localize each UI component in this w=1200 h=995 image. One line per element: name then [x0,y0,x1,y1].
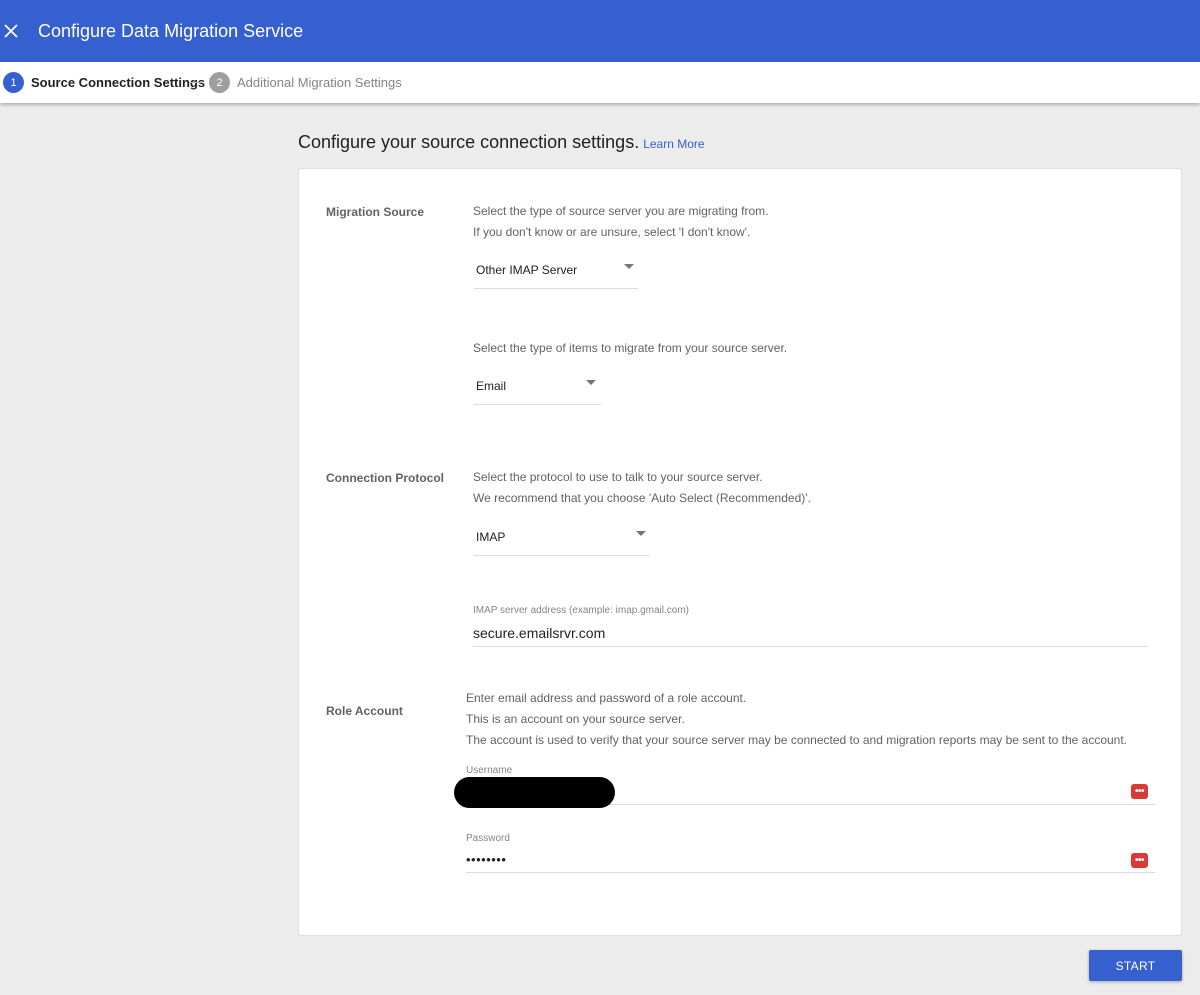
step-connector [189,82,202,83]
settings-card: Migration Source Select the type of sour… [298,168,1182,936]
chevron-down-icon [624,264,634,269]
migration-source-select[interactable]: Other IMAP Server [474,254,638,289]
app-title: Configure Data Migration Service [38,21,304,41]
step-2-number: 2 [209,72,230,93]
connection-protocol-desc-1: Select the protocol to use to talk to yo… [473,470,763,484]
start-button[interactable]: START [1089,950,1182,981]
items-select[interactable]: Email [474,370,601,405]
role-account-label: Role Account [326,704,403,718]
role-account-desc-3: The account is used to verify that your … [466,733,1128,747]
learn-more-link[interactable]: Learn More [643,137,704,151]
migration-source-desc-2: If you don't know or are unsure, select … [473,225,751,239]
protocol-select[interactable]: IMAP [474,521,650,556]
role-account-desc-2: This is an account on your source server… [466,712,685,726]
migration-source-select-value: Other IMAP Server [476,263,578,277]
migration-source-label: Migration Source [326,205,425,219]
close-button[interactable] [0,17,22,45]
migration-source-desc-1: Select the type of source server you are… [473,204,769,218]
step-1-label: Source Connection Settings [31,75,206,90]
items-desc: Select the type of items to migrate from… [473,341,788,355]
password-label: Password [466,833,510,844]
step-1-number: 1 [3,72,24,93]
page-heading-text: Configure your source connection setting… [298,132,640,152]
chevron-down-icon [636,531,646,536]
password-field: Password •••••••• ••• [466,833,1155,875]
app-header: Configure Data Migration Service [0,0,1200,62]
page-heading: Configure your source connection setting… [298,131,705,155]
password-manager-icon[interactable]: ••• [1131,784,1148,799]
password-input[interactable]: •••••••• [466,852,506,867]
connection-protocol-label: Connection Protocol [326,471,444,485]
server-address-underline [473,646,1148,647]
server-address-field: IMAP server address (example: imap.gmail… [473,605,1148,648]
items-select-value: Email [476,379,507,393]
role-account-desc-1: Enter email address and password of a ro… [466,691,747,705]
connection-protocol-desc-2: We recommend that you choose 'Auto Selec… [473,491,811,505]
password-manager-icon[interactable]: ••• [1131,853,1148,868]
protocol-select-value: IMAP [476,530,506,544]
step-2-label: Additional Migration Settings [237,75,402,90]
server-address-input[interactable] [473,625,1133,641]
stepper: 1 Source Connection Settings 2 Additiona… [0,62,1200,103]
redaction-mark [454,777,615,808]
password-underline [466,872,1155,873]
chevron-down-icon [586,380,596,385]
username-label: Username [466,765,513,776]
server-address-label: IMAP server address (example: imap.gmail… [473,605,689,616]
close-icon [4,24,18,38]
